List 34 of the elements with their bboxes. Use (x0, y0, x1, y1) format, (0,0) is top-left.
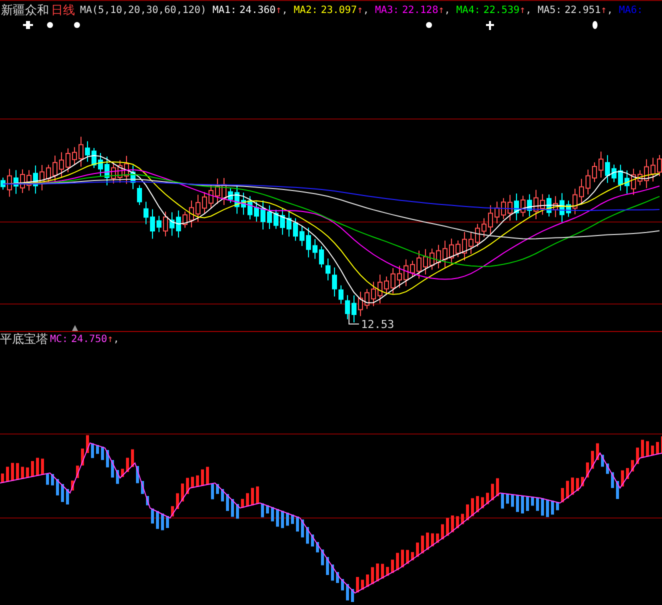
period-label: 日线 (51, 2, 75, 18)
separator-comma: , (282, 4, 288, 16)
trend-arrow: ↑ (438, 4, 444, 16)
separator-comma: , (526, 4, 532, 16)
separator-comma: , (444, 4, 450, 16)
low-price-label: 12.53 (361, 318, 394, 331)
indicator-params: MA(5,10,20,30,60,120) (80, 4, 206, 16)
trend-arrow: ↑ (107, 334, 114, 344)
separator-comma: , (113, 334, 120, 344)
stock-name: 新疆众和 (1, 2, 49, 18)
triangle-marker-icon (72, 325, 78, 331)
trend-arrow: ↑ (520, 4, 526, 16)
trend-arrow: ↑ (276, 4, 282, 16)
reading-label: MA1: (212, 4, 237, 16)
indicator-name: 平底宝塔 (0, 330, 48, 348)
separator-comma: , (362, 4, 369, 16)
reading-value: 23.097 (320, 4, 357, 16)
reading-label: MA4: (456, 4, 480, 16)
reading-value: 22.539 (483, 4, 520, 16)
cross-marker-icon (486, 21, 494, 30)
reading-label: MA2: (294, 4, 318, 16)
reading-label: MA6: (618, 4, 643, 16)
reading-value: 22.128 (402, 4, 438, 16)
leader-line (348, 314, 360, 324)
reading-label: MA5: (538, 4, 562, 16)
trend-arrow: ↑ (600, 4, 607, 16)
reading-value: 22.951 (564, 4, 601, 16)
reading-label: MC: (50, 334, 68, 344)
reading-value: 24.360 (240, 4, 276, 16)
separator-comma: , (606, 4, 613, 16)
trend-arrow: ↑ (356, 4, 363, 16)
reading-label: MA3: (375, 4, 400, 16)
cross-marker-icon (23, 21, 33, 29)
reading-value: 24.750 (71, 334, 108, 344)
